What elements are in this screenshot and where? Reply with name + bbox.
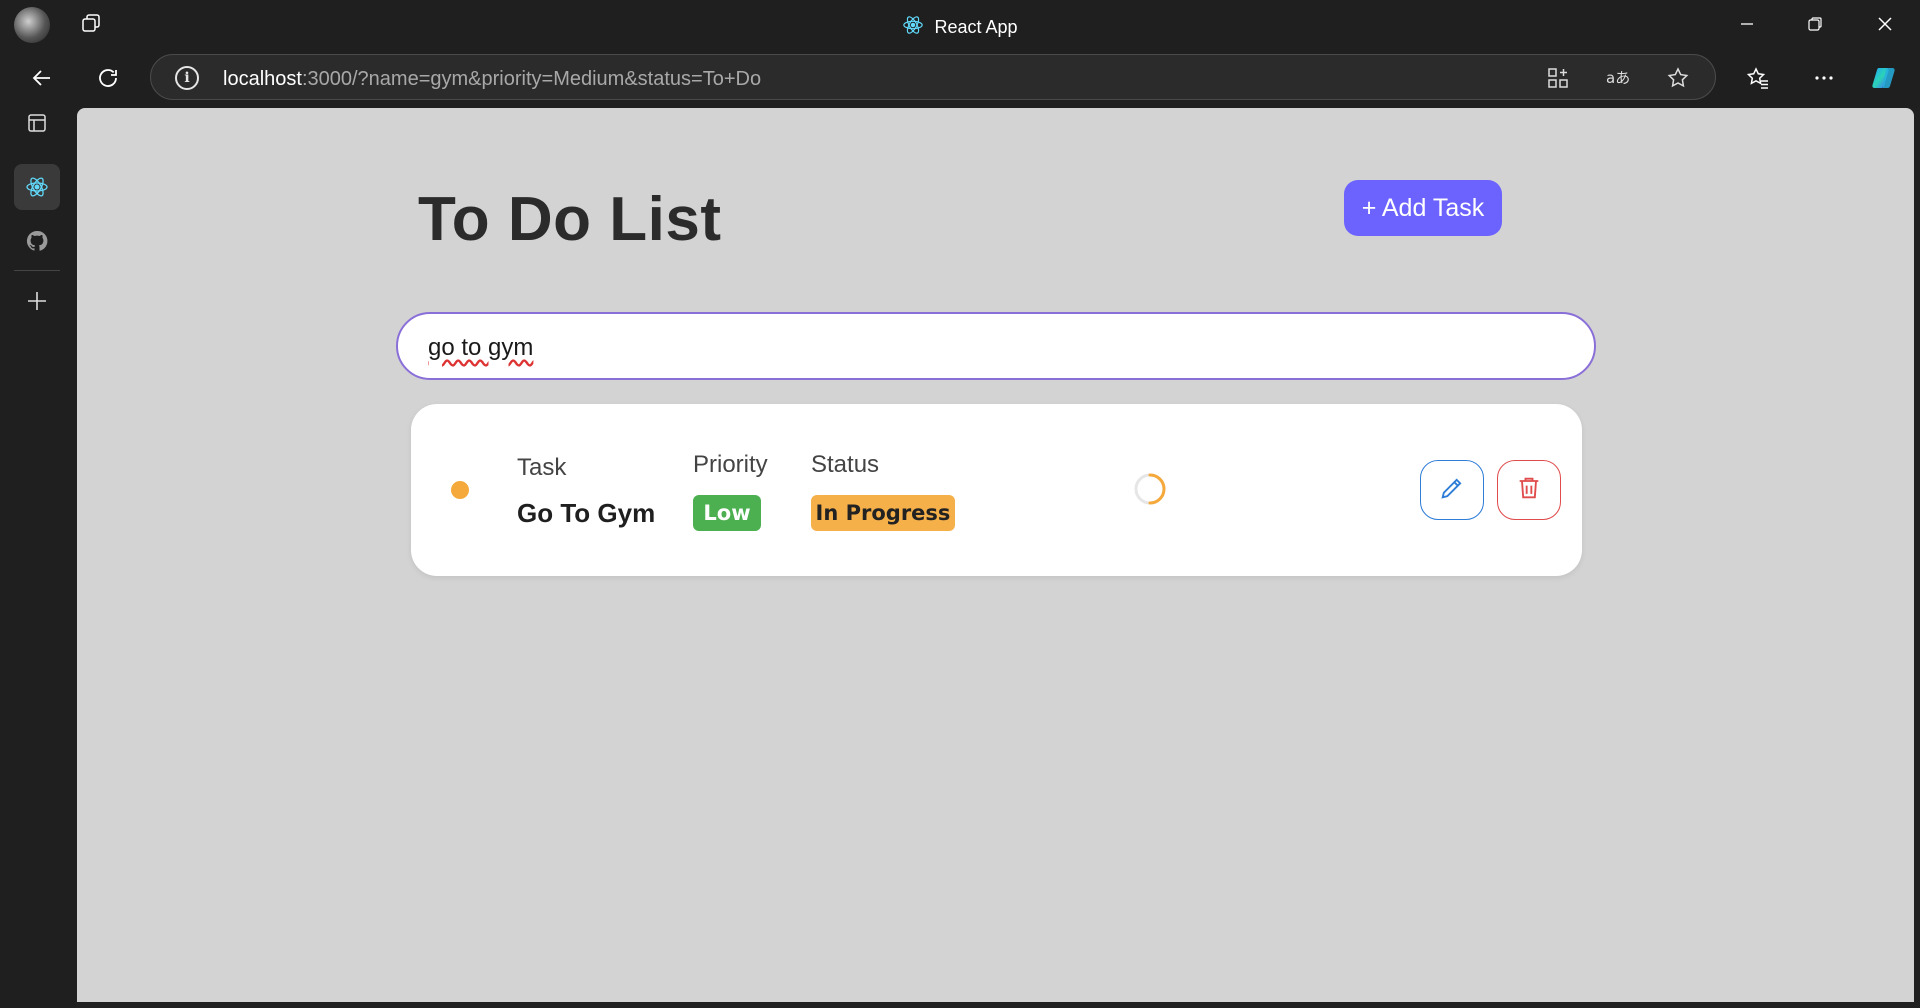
favorite-star-icon[interactable] (1666, 66, 1690, 90)
refresh-icon[interactable] (92, 62, 124, 94)
translate-icon[interactable]: aあ (1606, 66, 1630, 90)
page-content: To Do List + Add Task go to gym Task Go … (77, 108, 1914, 1002)
search-input[interactable]: go to gym (396, 312, 1596, 380)
address-bar[interactable]: i localhost:3000/?name=gym&priority=Medi… (150, 54, 1716, 100)
sidebar-divider (14, 270, 60, 271)
task-label: Task (517, 454, 567, 481)
url-path: :3000/?name=gym&priority=Medium&status=T… (301, 68, 762, 90)
tab-actions-icon[interactable] (14, 100, 60, 146)
window-title: React App (0, 14, 1920, 41)
status-badge: In Progress (811, 495, 955, 531)
task-card: Task Go To Gym Priority Low Status In Pr… (411, 404, 1582, 576)
window-title-text: React App (934, 17, 1018, 37)
more-options-icon[interactable] (1808, 62, 1840, 94)
vertical-sidebar (0, 108, 76, 1008)
add-task-button[interactable]: + Add Task (1344, 180, 1502, 236)
trash-icon (1515, 474, 1543, 507)
url-text[interactable]: localhost:3000/?name=gym&priority=Medium… (223, 68, 761, 91)
status-label: Status (811, 451, 880, 478)
priority-label: Priority (693, 451, 768, 478)
github-icon[interactable] (14, 218, 60, 264)
copilot-icon[interactable] (1868, 62, 1900, 94)
add-icon[interactable] (14, 278, 60, 324)
pencil-icon (1438, 474, 1466, 507)
search-value-text: go to gym (428, 334, 534, 361)
task-name: Go To Gym (517, 498, 656, 528)
edit-task-button[interactable] (1420, 460, 1484, 520)
close-button[interactable] (1862, 8, 1908, 40)
site-info-icon[interactable]: i (175, 66, 199, 90)
priority-badge: Low (693, 495, 761, 531)
url-host: localhost (223, 68, 302, 90)
restore-button[interactable] (1792, 8, 1838, 40)
minimize-button[interactable] (1724, 8, 1770, 40)
title-bar: React App (0, 0, 1920, 48)
delete-task-button[interactable] (1497, 460, 1561, 520)
search-value: go to gym (428, 334, 533, 362)
navigation-bar: i localhost:3000/?name=gym&priority=Medi… (0, 48, 1920, 108)
task-indicator-dot (451, 481, 469, 499)
react-icon (902, 14, 924, 41)
react-app-tab[interactable] (14, 164, 60, 210)
page-title: To Do List (418, 185, 722, 254)
app-available-icon[interactable] (1546, 66, 1570, 90)
svg-text:aあ: aあ (1606, 69, 1630, 87)
progress-spinner-icon (1133, 472, 1167, 506)
back-icon[interactable] (26, 62, 58, 94)
favorites-icon[interactable] (1742, 62, 1774, 94)
